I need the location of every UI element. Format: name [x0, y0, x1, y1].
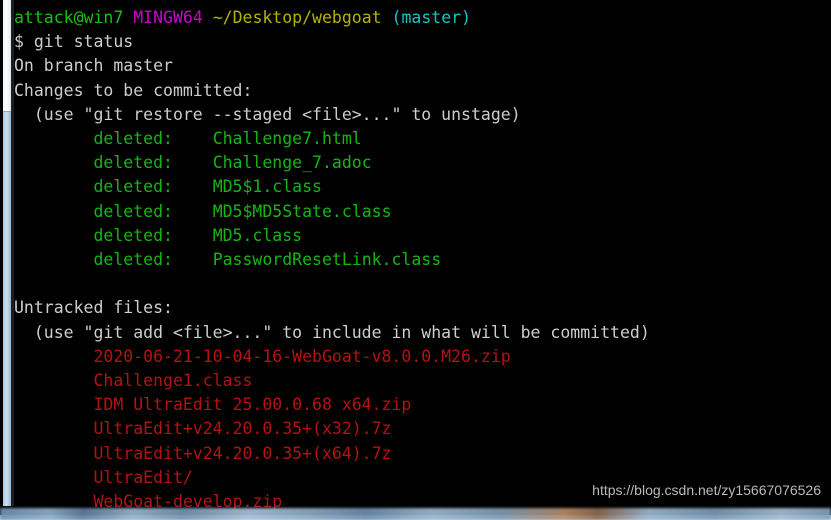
untracked-file-row: IDM UltraEdit 25.00.0.68 x64.zip	[14, 395, 412, 415]
staged-file-status: deleted:	[14, 129, 213, 149]
desktop-taskbar	[0, 508, 831, 520]
blank-separator-line	[14, 272, 831, 296]
staged-file-row: deleted: MD5$MD5State.class	[14, 200, 831, 224]
untracked-section-header: Untracked files:	[14, 298, 173, 318]
staged-file-row: deleted: MD5.class	[14, 224, 831, 248]
staged-file-name: Challenge_7.adoc	[212, 153, 372, 173]
staged-file-row: deleted: Challenge7.html	[14, 127, 831, 151]
staged-section-hint: (use "git restore --staged <file>..." to…	[14, 104, 521, 124]
staged-files-list: deleted: Challenge7.html deleted: Challe…	[14, 127, 831, 272]
staged-file-name: MD5$1.class	[212, 177, 322, 197]
untracked-file-row: Challenge1.class	[14, 371, 253, 391]
command-text: git status	[33, 32, 134, 52]
terminal-output-area[interactable]: attack@win7 MINGW64 ~/Desktop/webgoat (m…	[14, 0, 831, 510]
prompt-shell-name: MINGW64	[133, 8, 203, 27]
staged-file-row: deleted: MD5$1.class	[14, 175, 831, 199]
untracked-file-row: UltraEdit+v24.20.0.35+(x32).7z	[14, 419, 392, 439]
staged-file-status: deleted:	[14, 177, 213, 197]
staged-file-row: deleted: PasswordResetLink.class	[14, 248, 831, 272]
staged-file-status: deleted:	[14, 153, 213, 173]
staged-file-status: deleted:	[14, 225, 213, 245]
branch-status-line: On branch master	[14, 56, 173, 76]
watermark-url: https://blog.csdn.net/zy15667076526	[592, 482, 821, 498]
scrollbar-thumb[interactable]	[3, 0, 11, 112]
prompt-path: ~/Desktop/webgoat	[212, 8, 382, 27]
terminal-window: attack@win7 MINGW64 ~/Desktop/webgoat (m…	[0, 0, 831, 510]
prompt-line: attack@win7 MINGW64 ~/Desktop/webgoat (m…	[14, 6, 831, 30]
staged-file-name: PasswordResetLink.class	[212, 250, 442, 270]
prompt-branch: (master)	[391, 8, 472, 27]
staged-file-status: deleted:	[14, 250, 213, 270]
untracked-file-row: UltraEdit+v24.20.0.35+(x64).7z	[14, 443, 392, 463]
untracked-section-hint: (use "git add <file>..." to include in w…	[14, 322, 650, 342]
prompt-user-host: attack@win7	[14, 8, 124, 27]
staged-file-name: MD5.class	[212, 225, 303, 245]
staged-section-header: Changes to be committed:	[14, 80, 253, 100]
vertical-scrollbar[interactable]	[3, 0, 11, 506]
staged-file-row: deleted: Challenge_7.adoc	[14, 151, 831, 175]
prompt-symbol: $	[14, 32, 24, 52]
staged-file-name: Challenge7.html	[212, 129, 362, 149]
staged-file-status: deleted:	[14, 201, 213, 221]
untracked-file-row: 2020-06-21-10-04-16-WebGoat-v8.0.0.M26.z…	[14, 346, 511, 366]
staged-file-name: MD5$MD5State.class	[212, 201, 392, 221]
command-line: $ git status	[14, 30, 831, 54]
